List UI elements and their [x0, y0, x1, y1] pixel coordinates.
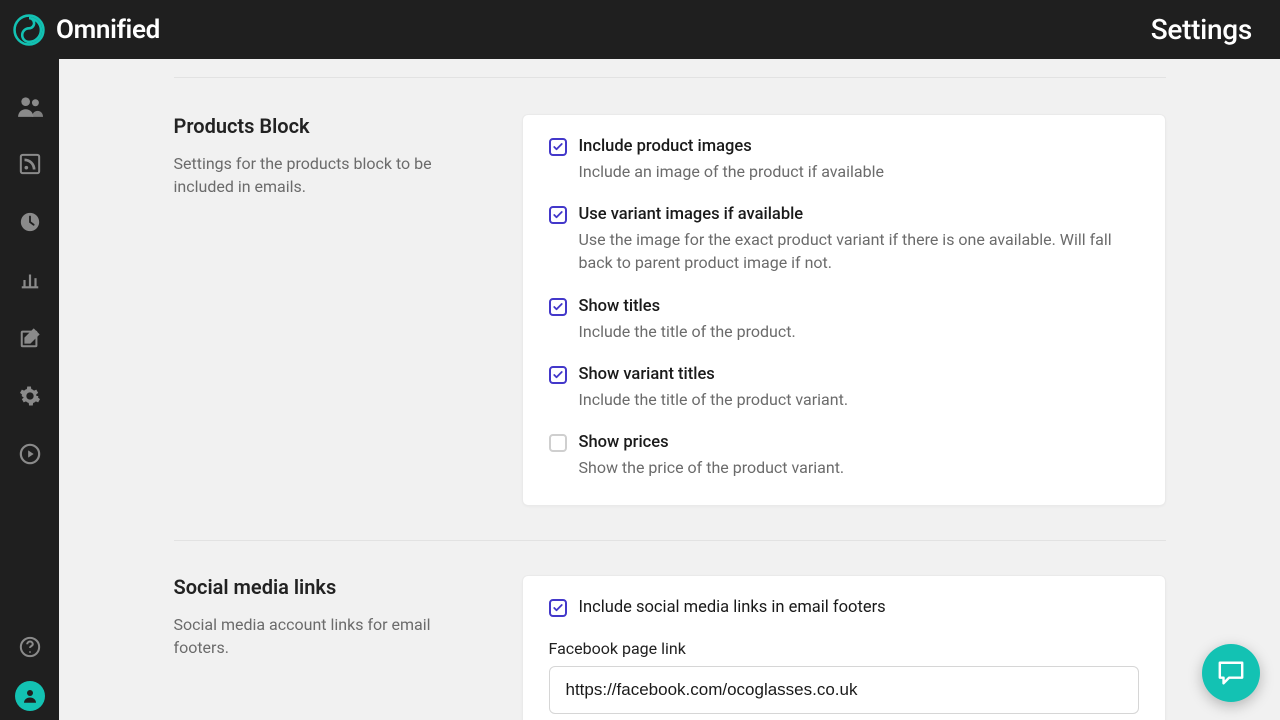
option-show-variant-titles: Show variant titles Include the title of … — [549, 365, 1139, 411]
option-desc: Include the title of the product variant… — [579, 388, 1139, 411]
sidebar-item-help[interactable] — [0, 618, 59, 676]
chat-launcher[interactable] — [1202, 644, 1260, 702]
sidebar-item-feed[interactable] — [0, 135, 59, 193]
section-title: Social media links — [174, 575, 474, 599]
sidebar-item-account[interactable] — [0, 676, 59, 720]
sidebar-item-analytics[interactable] — [0, 251, 59, 309]
checkbox[interactable] — [549, 599, 567, 617]
checkbox[interactable] — [549, 434, 567, 452]
option-desc: Show the price of the product variant. — [579, 456, 1139, 479]
option-use-variant-images: Use variant images if available Use the i… — [549, 205, 1139, 274]
chat-icon — [1216, 659, 1246, 687]
checkbox[interactable] — [549, 366, 567, 384]
sidebar-item-contacts[interactable] — [0, 77, 59, 135]
products-card: Include product images Include an image o… — [522, 114, 1166, 506]
section-desc: Settings for the products block to be in… — [174, 152, 474, 198]
page-title: Settings — [1151, 13, 1252, 46]
top-bar: Omnified Settings — [0, 0, 1280, 59]
sidebar-item-settings[interactable] — [0, 367, 59, 425]
section-products: Products Block Settings for the products… — [174, 114, 1166, 506]
option-label: Include product images — [579, 137, 1139, 156]
option-label: Show prices — [579, 433, 1139, 452]
sidebar-item-compose[interactable] — [0, 309, 59, 367]
checkbox[interactable] — [549, 206, 567, 224]
checkbox[interactable] — [549, 298, 567, 316]
option-include-product-images: Include product images Include an image o… — [549, 137, 1139, 183]
avatar-icon — [15, 681, 45, 711]
option-label: Show titles — [579, 297, 1139, 316]
sidebar-item-play[interactable] — [0, 425, 59, 483]
content-area: Products Block Settings for the products… — [59, 59, 1280, 720]
option-label: Show variant titles — [579, 365, 1139, 384]
option-desc: Use the image for the exact product vari… — [579, 228, 1139, 274]
divider — [174, 77, 1166, 78]
option-desc: Include the title of the product. — [579, 320, 1139, 343]
sidebar-item-history[interactable] — [0, 193, 59, 251]
option-show-titles: Show titles Include the title of the prod… — [549, 297, 1139, 343]
brand-name: Omnified — [56, 15, 160, 45]
checkbox[interactable] — [549, 138, 567, 156]
divider — [174, 540, 1166, 541]
option-show-prices: Show prices Show the price of the product… — [549, 433, 1139, 479]
brand-logo-icon — [12, 13, 46, 47]
option-label: Include social media links in email foot… — [579, 598, 1139, 617]
facebook-label: Facebook page link — [549, 639, 1139, 658]
section-desc: Social media account links for email foo… — [174, 613, 474, 659]
facebook-input[interactable] — [549, 666, 1139, 714]
section-social: Social media links Social media account … — [174, 575, 1166, 720]
social-card: Include social media links in email foot… — [522, 575, 1166, 720]
option-label: Use variant images if available — [579, 205, 1139, 224]
section-title: Products Block — [174, 114, 474, 138]
brand[interactable]: Omnified — [12, 13, 160, 47]
sidebar — [0, 59, 59, 720]
option-desc: Include an image of the product if avail… — [579, 160, 1139, 183]
option-include-social-links: Include social media links in email foot… — [549, 598, 1139, 621]
